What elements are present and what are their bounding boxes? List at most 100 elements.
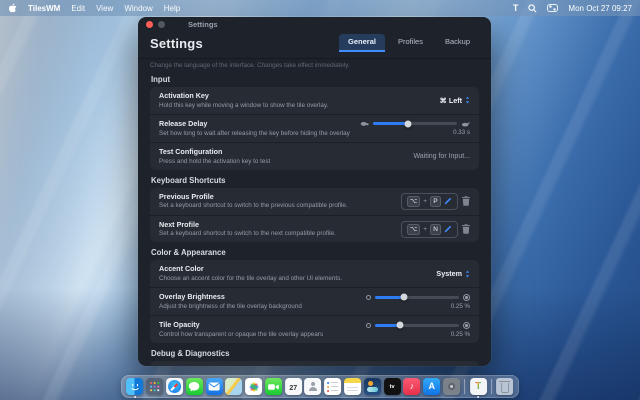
debug-card: Basic Debug Mode Show basic debugging in… — [150, 361, 479, 366]
dock-item-calendar[interactable]: 27 — [285, 378, 302, 395]
edit-pencil-icon[interactable] — [444, 197, 452, 205]
row-next-profile: Next Profile Set a keyboard shortcut to … — [150, 215, 479, 243]
contacts-person-icon — [311, 382, 315, 386]
dock-item-weather[interactable] — [364, 378, 381, 395]
titlebar-title: Settings — [188, 20, 218, 29]
hare-icon — [461, 121, 470, 127]
page-title: Settings — [150, 36, 203, 51]
previous-profile-shortcut[interactable]: ⌥ + P — [401, 193, 458, 210]
menu-bar: TilesWM Edit View Window Help T Mon Oct … — [0, 0, 640, 16]
photos-pinwheel-icon — [248, 381, 260, 393]
previous-profile-title: Previous Profile — [159, 192, 393, 202]
menubar-app-name[interactable]: TilesWM — [28, 4, 60, 13]
dock-item-trash[interactable] — [497, 378, 514, 395]
accent-color-value: System — [436, 269, 462, 278]
tile-opacity-slider[interactable] — [366, 322, 470, 329]
tab-bar: General Profiles Backup — [339, 34, 479, 52]
dock-item-messages[interactable] — [186, 378, 203, 395]
dock-item-finder[interactable] — [126, 378, 143, 395]
release-delay-slider[interactable] — [360, 121, 470, 127]
gear-icon — [448, 383, 455, 390]
menu-window[interactable]: Window — [124, 4, 152, 13]
overlay-brightness-slider[interactable] — [366, 294, 470, 301]
dock-item-appstore[interactable]: A — [423, 378, 440, 395]
reminders-icon — [327, 382, 329, 384]
accent-color-dropdown[interactable]: System — [436, 269, 470, 278]
input-card: Activation Key Hold this key while movin… — [150, 87, 479, 170]
row-tile-opacity: Tile Opacity Control how transparent or … — [150, 315, 479, 343]
activation-key-value: ⌘ Left — [440, 96, 462, 105]
dock-item-photos[interactable] — [245, 378, 262, 395]
menu-view[interactable]: View — [96, 4, 113, 13]
edit-pencil-icon[interactable] — [444, 225, 452, 233]
dock-item-notes[interactable] — [344, 378, 361, 395]
close-button[interactable] — [146, 21, 153, 28]
dock-item-system-settings[interactable] — [443, 378, 460, 395]
dock-item-safari[interactable] — [166, 378, 183, 395]
next-profile-title: Next Profile — [159, 220, 393, 230]
overlay-brightness-track[interactable] — [375, 296, 459, 299]
chevron-up-down-icon — [465, 270, 470, 278]
row-previous-profile: Previous Profile Set a keyboard shortcut… — [150, 188, 479, 215]
dock-separator — [491, 379, 492, 394]
tab-general[interactable]: General — [339, 34, 385, 52]
accent-color-desc: Choose an accent color for the tile over… — [159, 275, 428, 283]
plus-separator: + — [423, 226, 427, 233]
row-activation-key: Activation Key Hold this key while movin… — [150, 87, 479, 114]
next-profile-desc: Set a keyboard shortcut to switch to the… — [159, 230, 383, 238]
dock-item-tv[interactable]: tv — [384, 378, 401, 395]
release-delay-track[interactable] — [373, 122, 457, 125]
tile-opacity-title: Tile Opacity — [159, 320, 358, 330]
weather-cloud-icon — [367, 387, 378, 392]
menubar-clock[interactable]: Mon Oct 27 09:27 — [568, 4, 632, 13]
tile-opacity-desc: Control how transparent or opaque the ti… — [159, 331, 355, 339]
dock-item-launchpad[interactable] — [146, 378, 163, 395]
dock-item-tileswm[interactable]: T — [470, 378, 487, 395]
test-configuration-desc: Press and hold the activation key to tes… — [159, 158, 405, 166]
dock-item-music[interactable]: ♪ — [403, 378, 420, 395]
keyboard-shortcuts-card: Previous Profile Set a keyboard shortcut… — [150, 188, 479, 243]
delete-shortcut-trash-icon[interactable] — [462, 224, 470, 234]
section-header-debug: Debug & Diagnostics — [151, 349, 478, 358]
spotlight-search-icon[interactable] — [528, 4, 537, 13]
dock: 27 tv ♪ A T — [121, 375, 519, 398]
window-titlebar[interactable]: Settings — [138, 17, 491, 31]
tileswm-status-icon[interactable]: T — [513, 3, 519, 13]
brightness-dim-icon — [366, 295, 371, 300]
overlay-brightness-value: 0.25 % — [451, 303, 470, 310]
menu-edit[interactable]: Edit — [71, 4, 85, 13]
next-profile-shortcut[interactable]: ⌥ + N — [401, 221, 458, 238]
activation-key-title: Activation Key — [159, 91, 432, 101]
dock-item-contacts[interactable] — [305, 378, 322, 395]
row-accent-color: Accent Color Choose an accent color for … — [150, 260, 479, 287]
overlay-brightness-title: Overlay Brightness — [159, 292, 358, 302]
delete-shortcut-trash-icon[interactable] — [462, 196, 470, 206]
settings-scroll-area[interactable]: Change the language of the interface. Ch… — [138, 59, 491, 366]
tab-profiles[interactable]: Profiles — [389, 34, 432, 52]
menu-help[interactable]: Help — [164, 4, 180, 13]
tile-opacity-thumb[interactable] — [397, 322, 404, 329]
notes-icon — [347, 387, 358, 388]
facetime-camera-icon — [268, 383, 279, 391]
brightness-bright-icon — [463, 294, 470, 301]
apple-menu-icon[interactable] — [8, 3, 17, 14]
dock-item-facetime[interactable] — [265, 378, 282, 395]
activation-key-dropdown[interactable]: ⌘ Left — [440, 96, 470, 105]
overlay-brightness-thumb[interactable] — [400, 294, 407, 301]
control-center-icon[interactable] — [547, 4, 558, 12]
dock-item-mail[interactable] — [206, 378, 223, 395]
overlay-brightness-desc: Adjust the brightness of the tile overla… — [159, 303, 355, 311]
dock-item-reminders[interactable] — [324, 378, 341, 395]
maps-icon — [226, 378, 242, 395]
finder-icon — [126, 378, 143, 395]
tab-backup[interactable]: Backup — [436, 34, 479, 52]
dock-item-maps[interactable] — [225, 378, 242, 395]
section-header-color-appearance: Color & Appearance — [151, 248, 478, 257]
previous-profile-desc: Set a keyboard shortcut to switch to the… — [159, 202, 383, 210]
release-delay-thumb[interactable] — [405, 120, 412, 127]
tile-opacity-track[interactable] — [375, 324, 459, 327]
overlay-brightness-fill — [375, 296, 404, 299]
launchpad-icon — [150, 382, 152, 384]
minimize-button[interactable] — [158, 21, 165, 28]
color-appearance-card: Accent Color Choose an accent color for … — [150, 260, 479, 343]
